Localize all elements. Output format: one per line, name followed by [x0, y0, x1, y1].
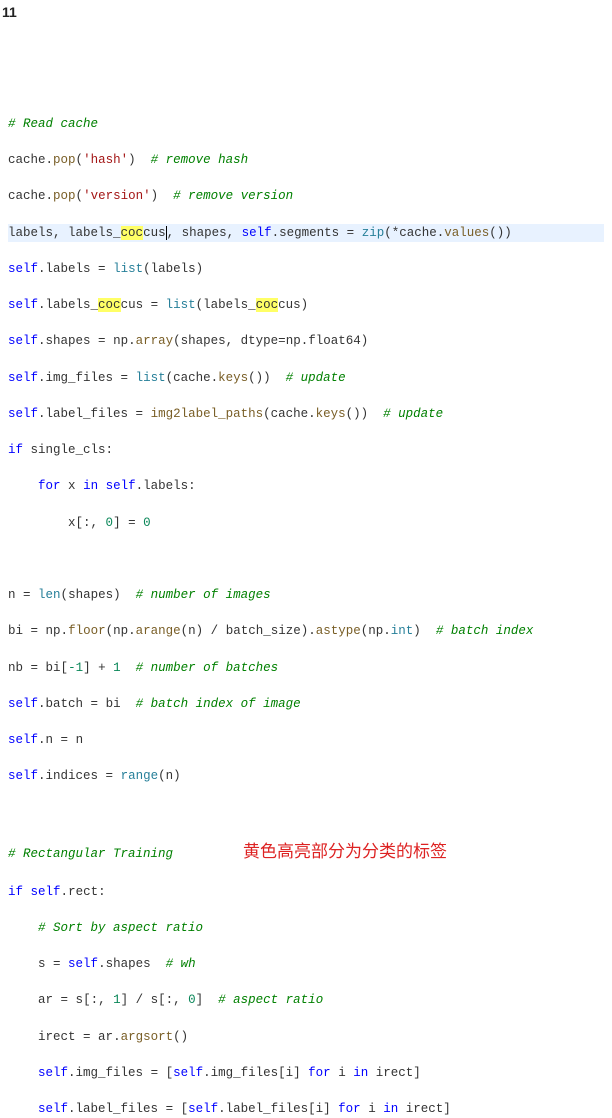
code-line: for x in self.labels: [8, 477, 604, 495]
highlight-coc: coc [256, 298, 279, 312]
code-line: cache.pop('version') # remove version [8, 187, 604, 205]
code-line: self.labels_coccus = list(labels_coccus) [8, 296, 604, 314]
blank-line [8, 804, 604, 822]
code-line: cache.pop('hash') # remove hash [8, 151, 604, 169]
code-line: # Rectangular Training黄色高亮部分为分类的标签 [8, 840, 604, 865]
code-line: self.label_files = [self.label_files[i] … [8, 1100, 604, 1118]
code-line: self.labels = list(labels) [8, 260, 604, 278]
code-line: self.shapes = np.array(shapes, dtype=np.… [8, 332, 604, 350]
code-line: self.img_files = list(cache.keys()) # up… [8, 369, 604, 387]
red-annotation: 黄色高亮部分为分类的标签 [243, 840, 447, 865]
code-line: s = self.shapes # wh [8, 955, 604, 973]
code-line: self.label_files = img2label_paths(cache… [8, 405, 604, 423]
code-line: n = len(shapes) # number of images [8, 586, 604, 604]
code-line: if single_cls: [8, 441, 604, 459]
code-line: if self.rect: [8, 883, 604, 901]
code-line: self.img_files = [self.img_files[i] for … [8, 1064, 604, 1082]
code-line: nb = bi[-1] + 1 # number of batches [8, 659, 604, 677]
comment: # Read cache [8, 117, 98, 131]
watermark-top-left: 11 [2, 2, 17, 22]
code-line: self.batch = bi # batch index of image [8, 695, 604, 713]
code-line: ar = s[:, 1] / s[:, 0] # aspect ratio [8, 991, 604, 1009]
code-line: x[:, 0] = 0 [8, 514, 604, 532]
code-line: irect = ar.argsort() [8, 1028, 604, 1046]
code-line: self.indices = range(n) [8, 767, 604, 785]
highlight-coc: coc [121, 226, 144, 240]
code-line-highlighted: labels, labels_coccus, shapes, self.segm… [8, 224, 604, 242]
code-line: bi = np.floor(np.arange(n) / batch_size)… [8, 622, 604, 640]
code-line: self.n = n [8, 731, 604, 749]
highlight-coc: coc [98, 298, 121, 312]
code-line: # Read cache [8, 115, 604, 133]
code-line: # Sort by aspect ratio [8, 919, 604, 937]
